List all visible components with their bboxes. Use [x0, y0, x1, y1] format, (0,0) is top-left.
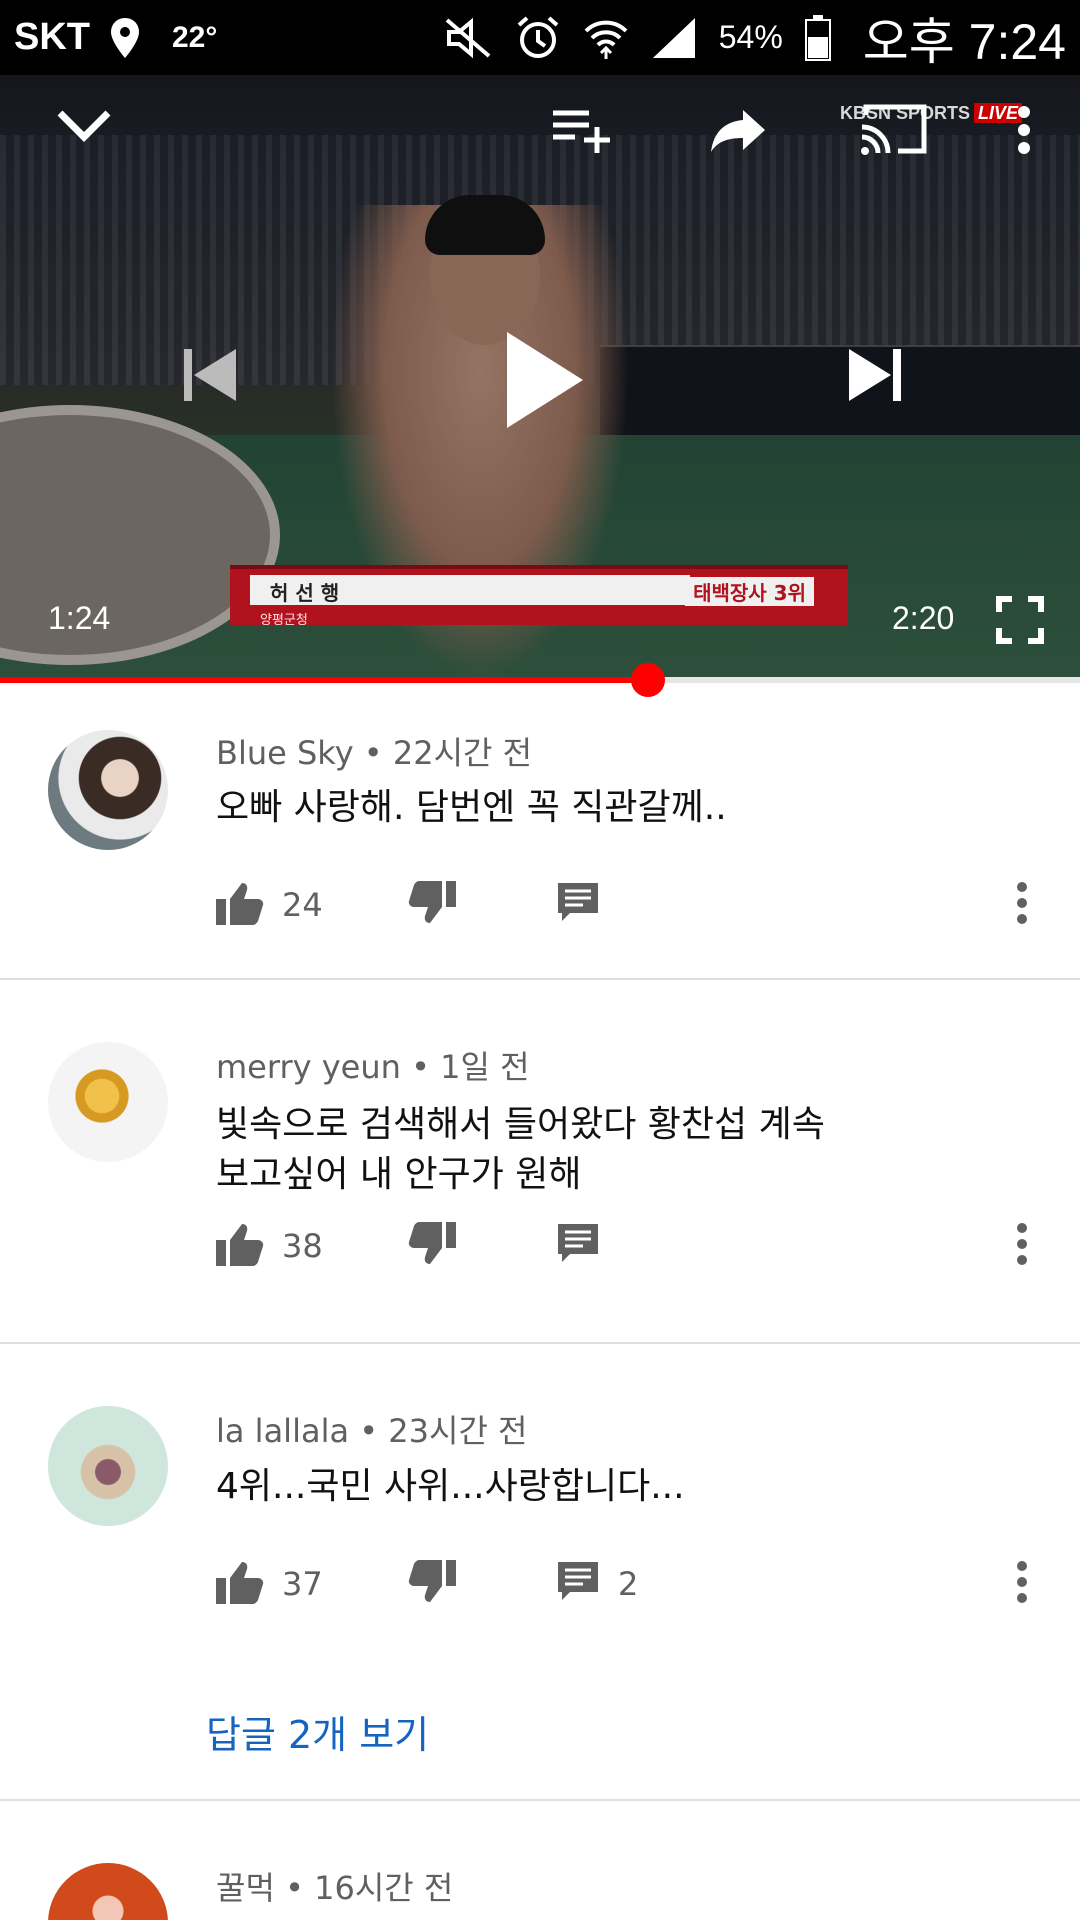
signal-icon	[651, 16, 697, 60]
like-count: 37	[282, 1565, 323, 1603]
more-vert-icon	[1016, 881, 1028, 929]
thumbs-up-icon	[216, 1560, 264, 1608]
comment-actions: 38	[216, 1216, 1056, 1276]
temperature-label: 22°	[172, 20, 218, 54]
thumbs-up-icon	[216, 881, 264, 929]
wifi-icon	[583, 15, 629, 61]
meta-separator: •	[359, 1412, 379, 1450]
comment-meta: merry yeun • 1일 전	[216, 1042, 530, 1088]
dislike-button[interactable]	[408, 875, 456, 935]
avatar[interactable]	[48, 1042, 168, 1162]
battery-percent: 54%	[718, 19, 783, 55]
like-button[interactable]: 24	[216, 875, 323, 935]
duration-time: 2:20	[892, 600, 955, 636]
location-icon	[108, 16, 142, 60]
caption-sub: 양평군청	[260, 613, 308, 628]
comment-actions: 37 2	[216, 1554, 1056, 1614]
meta-separator: •	[363, 734, 383, 772]
alarm-icon	[515, 15, 561, 61]
comment-text: 오빠 사랑해. 담번엔 꼭 직관갈께..	[216, 787, 727, 828]
more-vert-icon[interactable]	[1004, 95, 1044, 165]
video-caption: 허 선 행 태백장사 3위 양평군청	[230, 565, 848, 628]
comment-text-line: 보고싶어 내 안구가 원해	[216, 1154, 582, 1195]
comment-author[interactable]: Blue Sky	[216, 734, 354, 772]
avatar[interactable]	[48, 1406, 168, 1526]
comment-author[interactable]: la lallala	[216, 1412, 349, 1450]
comment-more-button[interactable]	[1016, 1216, 1028, 1276]
meta-separator: •	[285, 1869, 304, 1907]
comment-meta: la lallala • 23시간 전	[216, 1406, 528, 1452]
like-button[interactable]: 37	[216, 1554, 323, 1614]
skip-previous-icon[interactable]	[165, 335, 255, 415]
view-replies-link[interactable]: 답글 2개 보기	[206, 1704, 429, 1759]
like-button[interactable]: 38	[216, 1216, 323, 1276]
reply-count: 2	[618, 1565, 639, 1603]
comment-time: 23시간 전	[388, 1412, 528, 1450]
more-vert-icon	[1016, 1222, 1028, 1270]
comment-item: 꿀먹 • 16시간 전	[0, 1801, 1080, 1920]
comment-icon	[556, 881, 600, 929]
comment-time: 16시간 전	[314, 1869, 454, 1907]
mute-icon	[443, 16, 493, 60]
comment-text-line: 빛속으로 검색해서 들어왔다 황찬섭 계속	[216, 1104, 825, 1145]
comment-more-button[interactable]	[1016, 1554, 1028, 1614]
thumbs-up-icon	[216, 1222, 264, 1270]
comment-meta: Blue Sky • 22시간 전	[216, 728, 532, 774]
reply-button[interactable]: 2	[556, 1554, 638, 1614]
comment-author[interactable]: 꿀먹	[216, 1869, 275, 1907]
reply-button[interactable]	[556, 1216, 600, 1276]
comment-item: Blue Sky • 22시간 전 오빠 사랑해. 담번엔 꼭 직관갈께.. 2…	[0, 683, 1080, 980]
cast-icon[interactable]	[858, 95, 930, 165]
meta-separator: •	[411, 1048, 430, 1086]
video-player[interactable]: KBSN SPORTS LIVE 허 선 행 태백장사 3위 양평군청 1:24 …	[0, 75, 1080, 680]
comment-author[interactable]: merry yeun	[216, 1048, 401, 1086]
comment-actions: 24	[216, 875, 1056, 935]
dislike-button[interactable]	[408, 1216, 456, 1276]
elapsed-time: 1:24	[48, 600, 111, 636]
play-icon[interactable]	[490, 315, 600, 445]
comment-time: 1일 전	[440, 1048, 530, 1086]
fullscreen-icon[interactable]	[990, 590, 1050, 650]
avatar[interactable]	[48, 1863, 168, 1920]
thumbs-down-icon	[408, 881, 456, 929]
battery-icon	[804, 14, 831, 61]
comment-time: 22시간 전	[392, 734, 533, 772]
caption-rank: 태백장사 3위	[685, 577, 814, 606]
caption-name: 허 선 행	[270, 581, 340, 605]
thumbs-down-icon	[408, 1560, 456, 1608]
thumbs-down-icon	[408, 1222, 456, 1270]
more-vert-icon	[1016, 1560, 1028, 1608]
clock: 오후 7:24	[862, 13, 1066, 70]
like-count: 38	[282, 1227, 323, 1265]
share-icon[interactable]	[700, 95, 776, 165]
comment-text: 4위...국민 사위...사랑합니다...	[216, 1466, 685, 1507]
comment-text: 빛속으로 검색해서 들어왔다 황찬섭 계속 보고싶어 내 안구가 원해	[216, 1100, 1016, 1200]
like-count: 24	[282, 886, 323, 924]
comment-more-button[interactable]	[1016, 875, 1028, 935]
avatar[interactable]	[48, 730, 168, 850]
comment-item: la lallala • 23시간 전 4위...국민 사위...사랑합니다..…	[0, 1344, 1080, 1801]
comment-item: merry yeun • 1일 전 빛속으로 검색해서 들어왔다 황찬섭 계속 …	[0, 980, 1080, 1344]
chevron-down-icon[interactable]	[44, 95, 124, 155]
status-bar: SKT 22° 54% 오후 7:24	[0, 0, 1080, 75]
comment-icon	[556, 1560, 600, 1608]
playlist-add-icon[interactable]	[545, 95, 615, 165]
comment-icon	[556, 1222, 600, 1270]
carrier-label: SKT	[14, 16, 90, 58]
reply-button[interactable]	[556, 875, 600, 935]
comment-meta: 꿀먹 • 16시간 전	[216, 1863, 453, 1909]
dislike-button[interactable]	[408, 1554, 456, 1614]
skip-next-icon[interactable]	[830, 335, 920, 415]
